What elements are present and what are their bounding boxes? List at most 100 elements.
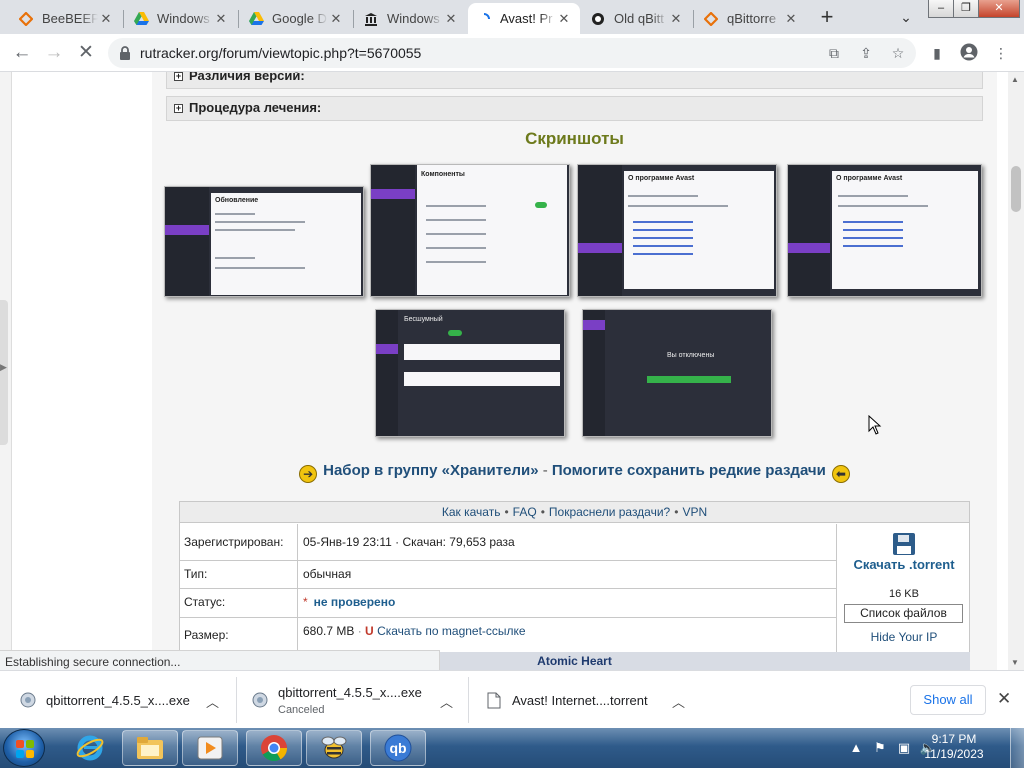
magnet-link[interactable]: Скачать по magnet-ссылке bbox=[377, 624, 526, 638]
tab-google-drive[interactable]: Google D ✕ bbox=[240, 3, 352, 34]
vpn-link[interactable]: VPN bbox=[682, 505, 707, 519]
faq-link[interactable]: FAQ bbox=[513, 505, 537, 519]
help-links: Как качать • FAQ • Покраснели раздачи? • VPN bbox=[180, 502, 969, 523]
chevron-up-icon[interactable]: ︿ bbox=[672, 692, 685, 711]
show-desktop-button[interactable] bbox=[1010, 728, 1024, 768]
tab-label: Windows bbox=[387, 11, 440, 26]
size-value: 680.7 MB bbox=[303, 624, 355, 638]
screenshot-thumb[interactable]: О программе Avast bbox=[787, 164, 982, 297]
arrow-right-icon: ➔ bbox=[299, 465, 318, 483]
mouse-cursor-icon bbox=[868, 415, 882, 435]
download-item[interactable]: qbittorrent_4.5.5_x....exe ︿ bbox=[20, 671, 230, 729]
chrome-icon[interactable] bbox=[246, 730, 302, 766]
beebeep-icon[interactable] bbox=[306, 730, 362, 766]
download-torrent-link[interactable]: Скачать .torrent bbox=[837, 558, 971, 572]
forward-arrow-icon[interactable]: → bbox=[40, 39, 68, 67]
browser-toolbar: ← → ✕ rutracker.org/forum/viewtopic.php?… bbox=[0, 34, 1024, 72]
monitor-icon[interactable]: ▣ bbox=[894, 738, 914, 758]
github-icon bbox=[590, 11, 606, 27]
download-item[interactable]: Avast! Internet....torrent ︿ bbox=[486, 671, 696, 729]
scroll-thumb[interactable] bbox=[1011, 166, 1021, 212]
scroll-up-icon[interactable]: ▲ bbox=[1011, 75, 1019, 84]
media-player-icon[interactable] bbox=[182, 730, 238, 766]
close-icon[interactable]: ✕ bbox=[443, 11, 459, 27]
screenshot-thumb[interactable]: Компоненты bbox=[370, 164, 570, 297]
vertical-scrollbar[interactable]: ▲ ▼ bbox=[1008, 72, 1024, 670]
internet-explorer-icon[interactable] bbox=[62, 730, 118, 766]
profile-avatar-icon[interactable] bbox=[958, 43, 980, 65]
guardian-banner: ➔ Набор в группу «Хранители» - Помогите с… bbox=[152, 462, 997, 483]
tab-label: Google D bbox=[272, 11, 327, 26]
chevron-up-icon[interactable]: ︿ bbox=[440, 692, 453, 711]
spoiler-cure[interactable]: + Процедура лечения: bbox=[166, 96, 983, 121]
stop-loading-icon[interactable]: ✕ bbox=[72, 39, 100, 67]
installer-file-icon bbox=[20, 691, 36, 709]
download-filename: qbittorrent_4.5.5_x....exe bbox=[46, 692, 190, 708]
tab-qbittorrent[interactable]: qBittorre ✕ bbox=[695, 3, 807, 34]
translate-icon[interactable]: ⧉ bbox=[824, 44, 844, 64]
tab-windows-2[interactable]: Windows ✕ bbox=[355, 3, 467, 34]
new-tab-button[interactable]: + bbox=[814, 5, 840, 31]
screenshot-thumb[interactable]: Бесшумный bbox=[375, 309, 565, 437]
hide-ip-link[interactable]: Hide Your IP bbox=[837, 630, 971, 644]
close-icon[interactable]: ✕ bbox=[98, 11, 114, 27]
side-panel-icon[interactable]: ▮ bbox=[926, 43, 948, 65]
row-value: 05-Янв-19 23:11 · Скачан: 79,653 раза bbox=[303, 535, 515, 549]
screenshot-thumb[interactable]: Обновление bbox=[164, 186, 364, 297]
windows-taskbar: qb ▲ ⚑ ▣ 🔈 9:17 PM 11/19/2023 bbox=[0, 728, 1024, 768]
tab-search-icon[interactable]: ⌄ bbox=[894, 6, 918, 30]
museum-icon bbox=[363, 11, 379, 27]
red-torrents-link[interactable]: Покраснели раздачи? bbox=[549, 505, 670, 519]
lock-icon[interactable] bbox=[118, 45, 132, 61]
close-icon[interactable]: ✕ bbox=[556, 11, 572, 27]
back-arrow-icon[interactable]: ← bbox=[8, 39, 36, 67]
tab-beebeep[interactable]: BeeBEEP ✕ bbox=[10, 3, 122, 34]
screenshot-caption: Компоненты bbox=[421, 171, 465, 178]
download-filename: Avast! Internet....torrent bbox=[512, 692, 648, 708]
close-icon[interactable]: ✕ bbox=[328, 11, 344, 27]
guardian-link[interactable]: Набор в группу «Хранители» bbox=[323, 462, 538, 479]
close-icon[interactable]: ✕ bbox=[783, 11, 799, 27]
scroll-down-icon[interactable]: ▼ bbox=[1011, 658, 1019, 667]
spoiler-versions[interactable]: + Различия версий: bbox=[166, 72, 983, 89]
installer-file-icon bbox=[252, 691, 268, 709]
chevron-up-icon[interactable]: ▲ bbox=[846, 738, 866, 758]
file-icon bbox=[486, 691, 502, 709]
address-bar[interactable]: rutracker.org/forum/viewtopic.php?t=5670… bbox=[108, 38, 916, 68]
qbittorrent-icon[interactable]: qb bbox=[370, 730, 426, 766]
restore-button[interactable]: ❐ bbox=[953, 0, 979, 18]
close-icon[interactable]: ✕ bbox=[997, 689, 1011, 709]
left-arrow-icon[interactable]: ▶ bbox=[0, 362, 7, 373]
bookmark-star-icon[interactable]: ☆ bbox=[888, 44, 908, 64]
share-icon[interactable]: ⇪ bbox=[856, 44, 876, 64]
menu-kebab-icon[interactable]: ⋮ bbox=[990, 43, 1012, 65]
beebeep-icon bbox=[703, 11, 719, 27]
file-list-button[interactable]: Список файлов bbox=[844, 604, 963, 623]
floppy-disk-icon[interactable] bbox=[893, 533, 915, 555]
how-to-download-link[interactable]: Как качать bbox=[442, 505, 501, 519]
close-icon[interactable]: ✕ bbox=[668, 11, 684, 27]
screenshot-caption: Бесшумный bbox=[404, 316, 443, 323]
screenshot-thumb[interactable]: Вы отключены bbox=[582, 309, 772, 437]
torrent-info-table: Как качать • FAQ • Покраснели раздачи? • VPN З… bbox=[179, 501, 970, 670]
minimize-button[interactable]: – bbox=[928, 0, 954, 18]
url-text[interactable]: rutracker.org/forum/viewtopic.php?t=5670… bbox=[140, 45, 421, 61]
row-label: Статус: bbox=[180, 589, 298, 617]
show-all-button[interactable]: Show all bbox=[910, 685, 986, 715]
screenshot-thumb[interactable]: О программе Avast bbox=[577, 164, 777, 297]
window-close-button[interactable]: ✕ bbox=[978, 0, 1020, 18]
guardian-help-link[interactable]: Помогите сохранить редкие раздачи bbox=[552, 462, 826, 479]
tab-windows[interactable]: Windows ✕ bbox=[125, 3, 237, 34]
download-item[interactable]: qbittorrent_4.5.5_x....exe Canceled ︿ bbox=[252, 671, 462, 729]
flag-icon[interactable]: ⚑ bbox=[870, 738, 890, 758]
close-icon[interactable]: ✕ bbox=[213, 11, 229, 27]
tab-old-qbittorrent[interactable]: Old qBitt ✕ bbox=[582, 3, 692, 34]
clock[interactable]: 9:17 PM 11/19/2023 bbox=[916, 732, 992, 762]
tab-avast-active[interactable]: Avast! Pr ✕ bbox=[468, 3, 580, 34]
arrow-left-icon: ⬅ bbox=[831, 465, 850, 483]
file-explorer-icon[interactable] bbox=[122, 730, 178, 766]
screenshot-caption: О программе Avast bbox=[836, 175, 903, 182]
info-row-type: Тип: обычная bbox=[180, 561, 836, 589]
start-button[interactable] bbox=[3, 729, 45, 767]
chevron-up-icon[interactable]: ︿ bbox=[206, 692, 219, 711]
